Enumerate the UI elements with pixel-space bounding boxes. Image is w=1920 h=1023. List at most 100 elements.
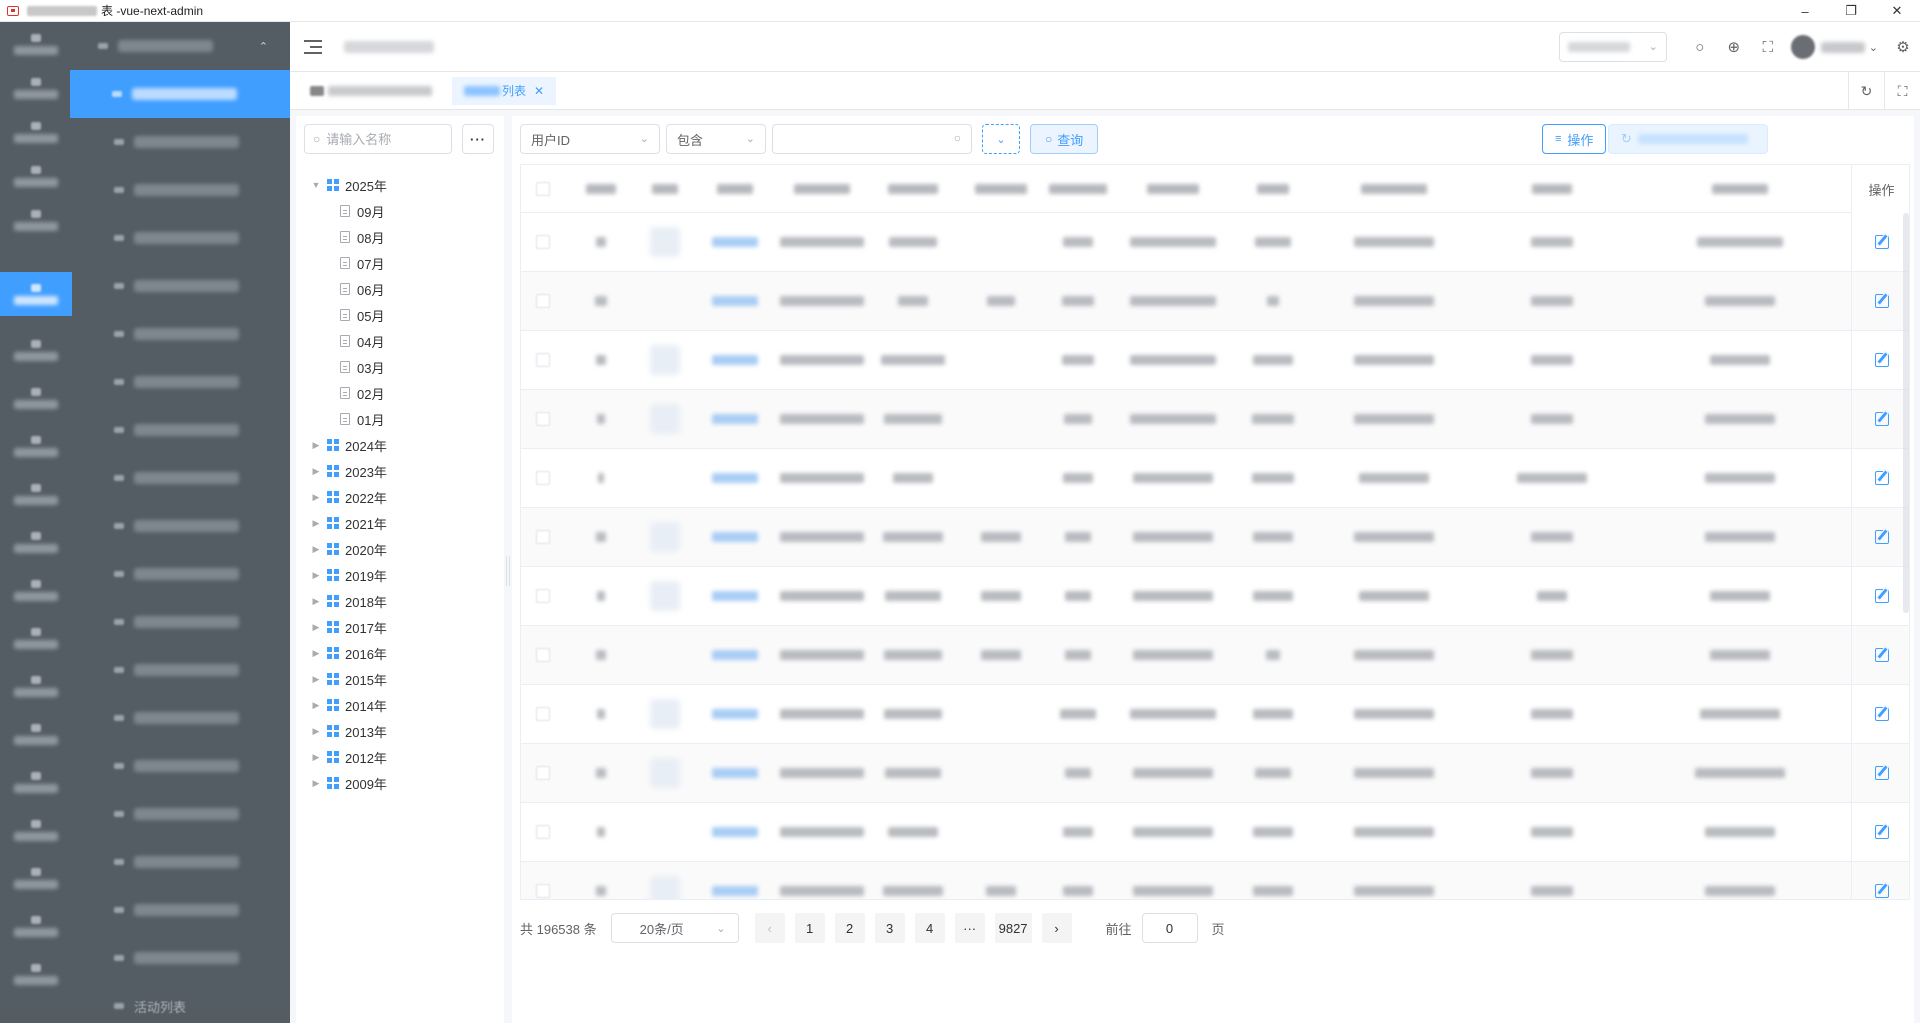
submenu-item[interactable] (72, 742, 290, 790)
edit-icon[interactable] (1874, 766, 1889, 780)
table-row[interactable] (521, 567, 1909, 626)
edit-icon[interactable] (1874, 530, 1889, 544)
tree-node-month[interactable]: 04月 (296, 328, 504, 354)
page-size-select[interactable]: 20条/页 ⌄ (610, 913, 739, 943)
tree-node-year[interactable]: ▶ 2014年 (296, 692, 504, 718)
edit-icon[interactable] (1874, 648, 1889, 662)
caret-right-icon[interactable]: ▶ (310, 674, 322, 685)
rail-item[interactable] (0, 904, 72, 948)
table-row[interactable] (521, 508, 1909, 567)
refresh-button[interactable]: ↻ (1608, 124, 1768, 154)
expand-filter-button[interactable]: ⌄ (982, 124, 1020, 154)
table-row[interactable] (521, 744, 1909, 803)
caret-right-icon[interactable]: ▶ (310, 752, 322, 763)
checkbox[interactable] (536, 648, 550, 662)
rail-item[interactable] (0, 110, 72, 154)
gear-icon[interactable]: ⚙ (1886, 22, 1920, 72)
submenu-item[interactable] (72, 694, 290, 742)
tree-node-year[interactable]: ▶ 2019年 (296, 562, 504, 588)
fullscreen-icon[interactable]: ⛶ (1751, 22, 1785, 72)
submenu-item[interactable] (72, 838, 290, 886)
rail-item[interactable] (0, 472, 72, 516)
last-page-button[interactable]: 9827 (994, 913, 1032, 943)
checkbox[interactable] (536, 353, 550, 367)
table-row[interactable] (521, 272, 1909, 331)
caret-right-icon[interactable]: ▶ (310, 570, 322, 581)
caret-right-icon[interactable]: ▶ (310, 648, 322, 659)
edit-icon[interactable] (1874, 294, 1889, 308)
caret-right-icon[interactable]: ▶ (310, 596, 322, 607)
tree-node-month[interactable]: 02月 (296, 380, 504, 406)
checkbox[interactable] (536, 530, 550, 544)
rail-item[interactable] (0, 424, 72, 468)
field-select[interactable]: 用户ID ⌄ (520, 124, 660, 154)
checkbox[interactable] (536, 884, 550, 898)
submenu-item[interactable] (72, 934, 290, 982)
rail-item[interactable] (0, 66, 72, 110)
refresh-icon[interactable]: ↻ (1848, 72, 1884, 110)
tree-node-year[interactable]: ▶ 2016年 (296, 640, 504, 666)
submenu-item[interactable] (72, 358, 290, 406)
edit-icon[interactable] (1874, 825, 1889, 839)
submenu-item[interactable] (72, 502, 290, 550)
rail-item[interactable] (0, 664, 72, 708)
row-checkbox-cell[interactable] (521, 744, 565, 802)
submenu-item-active[interactable] (70, 70, 290, 118)
rail-item[interactable] (0, 376, 72, 420)
tree-node-year[interactable]: ▼ 2025年 (296, 172, 504, 198)
table-row[interactable] (521, 449, 1909, 508)
checkbox[interactable] (536, 589, 550, 603)
submenu-item[interactable] (72, 262, 290, 310)
table-row[interactable] (521, 803, 1909, 862)
caret-right-icon[interactable]: ▶ (310, 440, 322, 451)
rail-item[interactable] (0, 328, 72, 372)
navbar-select[interactable]: ⌄ (1558, 32, 1667, 62)
next-page-button[interactable]: › (1041, 913, 1072, 943)
tree-node-year[interactable]: ▶ 2020年 (296, 536, 504, 562)
keyword-input[interactable]: ○ (772, 124, 972, 154)
edit-icon[interactable] (1874, 235, 1889, 249)
row-checkbox-cell[interactable] (521, 862, 565, 899)
more-button[interactable]: ··· (462, 124, 494, 154)
rail-item[interactable] (0, 712, 72, 756)
caret-right-icon[interactable]: ▶ (310, 726, 322, 737)
edit-icon[interactable] (1874, 884, 1889, 898)
rail-item[interactable] (0, 198, 72, 242)
page-button[interactable]: 2 (834, 913, 865, 943)
tree-node-year[interactable]: ▶ 2017年 (296, 614, 504, 640)
table-row[interactable] (521, 213, 1909, 272)
caret-right-icon[interactable]: ▶ (310, 492, 322, 503)
tree-node-year[interactable]: ▶ 2023年 (296, 458, 504, 484)
row-checkbox-cell[interactable] (521, 803, 565, 861)
menu-fold-icon[interactable] (304, 39, 322, 54)
search-icon[interactable]: ○ (1683, 22, 1717, 72)
submenu-item[interactable] (72, 646, 290, 694)
checkbox[interactable] (536, 412, 550, 426)
submenu-item[interactable] (72, 166, 290, 214)
select-all-checkbox[interactable] (521, 165, 565, 213)
checkbox[interactable] (536, 294, 550, 308)
submenu-item[interactable] (72, 550, 290, 598)
tree-node-month[interactable]: 05月 (296, 302, 504, 328)
tree-node-month[interactable]: 08月 (296, 224, 504, 250)
submenu-item[interactable] (72, 214, 290, 262)
tree-node-year[interactable]: ▶ 2015年 (296, 666, 504, 692)
table-row[interactable] (521, 862, 1909, 899)
caret-right-icon[interactable]: ▶ (310, 700, 322, 711)
split-handle[interactable] (506, 556, 510, 586)
fullscreen-icon[interactable]: ⛶ (1884, 72, 1920, 110)
submenu-item-activity-list[interactable]: 活动列表 (72, 982, 290, 1023)
query-button[interactable]: ○ 查询 (1030, 124, 1099, 154)
submenu-item[interactable] (72, 886, 290, 934)
operate-button[interactable]: ≡ 操作 (1542, 124, 1607, 154)
close-icon[interactable]: ✕ (534, 84, 544, 98)
page-button[interactable]: 4 (914, 913, 945, 943)
tree-node-month[interactable]: 09月 (296, 198, 504, 224)
tree-node-year[interactable]: ▶ 2021年 (296, 510, 504, 536)
rail-item[interactable] (0, 22, 72, 66)
tree-node-month[interactable]: 01月 (296, 406, 504, 432)
rail-item[interactable] (0, 154, 72, 198)
operator-select[interactable]: 包含 ⌄ (666, 124, 766, 154)
zoom-in-icon[interactable]: ⊕ (1717, 22, 1751, 72)
tree-node-year[interactable]: ▶ 2013年 (296, 718, 504, 744)
